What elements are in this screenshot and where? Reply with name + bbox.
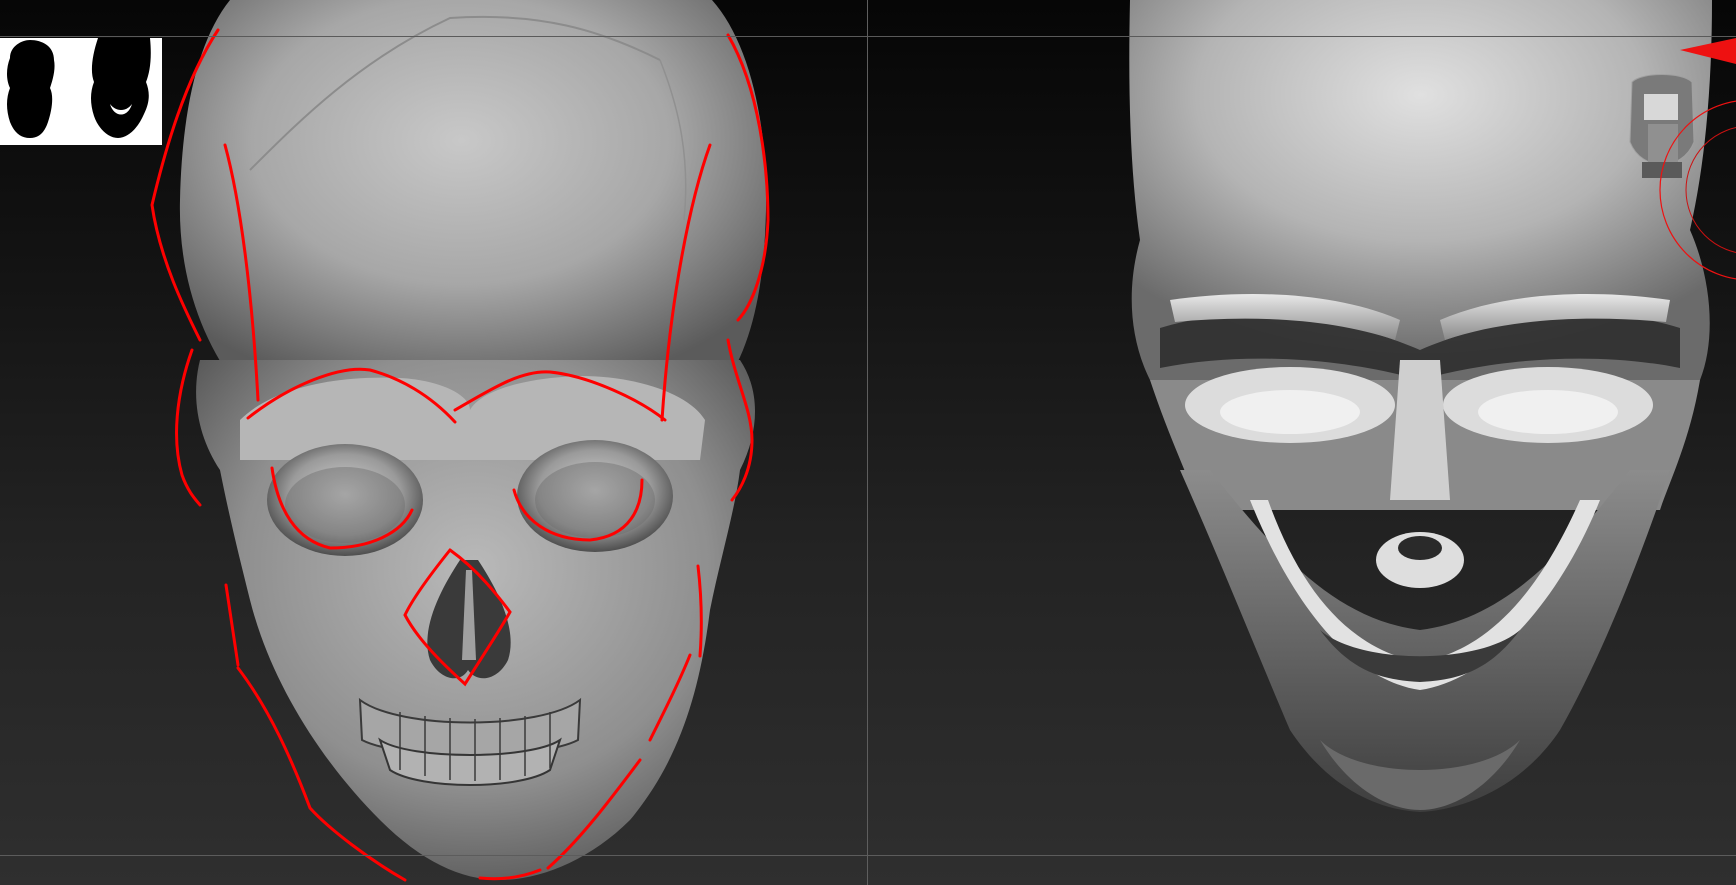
blockout-jaw <box>1180 470 1670 812</box>
reference-thumbnail[interactable] <box>0 38 162 145</box>
guide-line-vertical-center <box>867 0 868 885</box>
left-orbit-shadow <box>285 467 405 543</box>
skull-blockout-silhouette-icon <box>91 38 151 138</box>
sculpt-scene[interactable] <box>0 0 1736 885</box>
guide-line-horizontal-top <box>0 36 1736 37</box>
rotation-ring <box>1659 100 1736 280</box>
detailed-skull[interactable] <box>150 0 770 882</box>
canvas-viewport[interactable] <box>0 0 1736 885</box>
skull-front-silhouette-icon <box>7 40 55 138</box>
blockout-nose-bridge <box>1390 360 1450 500</box>
guide-zygoma-left <box>175 348 202 507</box>
right-orbit-shadow <box>535 462 655 538</box>
blockout-eye-right-inner <box>1478 390 1618 434</box>
red-arrow-marker <box>1680 38 1736 64</box>
blockout-nostril <box>1398 536 1442 560</box>
guide-jaw-left-upper <box>224 583 240 667</box>
guide-line-horizontal-bottom <box>0 855 1736 856</box>
skull-cranium <box>179 0 767 402</box>
blockout-eye-left-inner <box>1220 390 1360 434</box>
